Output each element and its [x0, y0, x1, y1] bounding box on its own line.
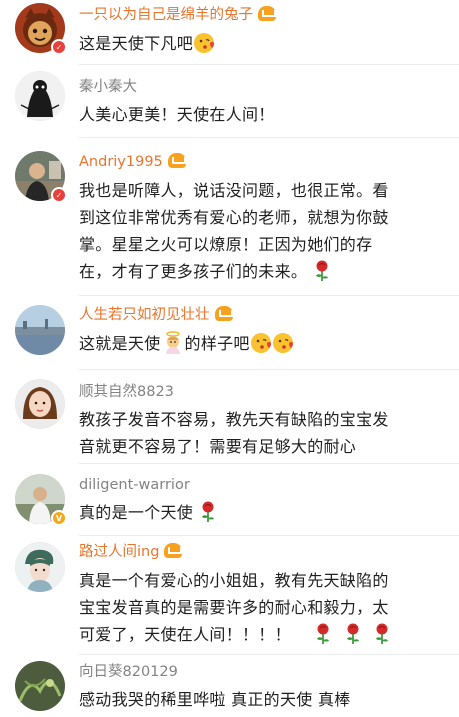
verified-badge-icon: ✓ — [51, 187, 67, 203]
vip-crown-icon — [167, 153, 186, 168]
avatar-image — [15, 542, 65, 592]
avatar-image — [15, 71, 65, 121]
comment-text: 教孩子发音不容易，教先天有缺陷的宝宝发 音就更不容易了！需要有足够大的耐心 — [79, 410, 389, 456]
kiss-emoji-icon — [193, 32, 215, 54]
username[interactable]: 路过人间ing — [79, 542, 183, 562]
comment-text: 感动我哭的稀里哗啦 真正的天使 真棒 — [79, 690, 351, 709]
comment-text: 我也是听障人，说话没问题，也很正常。看 到这位非常优秀有爱心的老师，就想为你鼓 … — [79, 181, 389, 282]
avatar[interactable]: ✓ — [15, 151, 67, 203]
rose-emoji-icon — [313, 260, 331, 282]
vip-crown-icon — [214, 306, 233, 321]
comment-text: 真的是一个天使 — [79, 499, 451, 526]
username[interactable]: 顺其自然8823 — [79, 382, 174, 402]
username[interactable]: diligent-warrior — [79, 475, 190, 495]
comment-text: 这是天使下凡吧 — [79, 30, 451, 57]
divider — [79, 654, 459, 655]
username[interactable]: 人生若只如初见壮壮 — [79, 305, 233, 325]
avatar-image — [15, 661, 65, 711]
rose-emoji-icon — [314, 623, 332, 645]
vip-crown-icon — [164, 543, 183, 558]
kiss-emoji-icon — [272, 332, 294, 354]
divider — [79, 369, 459, 370]
rose-emoji-icon — [199, 501, 217, 523]
avatar-image — [15, 379, 65, 429]
vip-crown-icon — [258, 6, 276, 21]
username[interactable]: 向日葵820129 — [79, 662, 178, 682]
divider — [79, 137, 459, 138]
avatar[interactable] — [15, 71, 65, 121]
username[interactable]: Andriy1995 — [79, 152, 186, 172]
divider — [79, 463, 459, 464]
username[interactable]: 秦小秦大 — [79, 77, 137, 97]
avatar[interactable] — [15, 305, 65, 355]
angel-emoji-icon — [161, 330, 185, 354]
comment-list: ✓ 一只以为自己是绵羊的兔子 这是天使下凡吧 秦小秦大 人美心更美！天使在人间！… — [0, 0, 459, 717]
kiss-emoji-icon — [250, 332, 272, 354]
rose-emoji-icon — [373, 623, 391, 645]
rose-emoji-icon — [344, 623, 362, 645]
avatar[interactable] — [15, 379, 65, 429]
divider — [79, 535, 459, 536]
divider — [79, 295, 459, 296]
comment-text: 真是一个有爱心的小姐姐，教有先天缺陷的 宝宝发音真的是需要许多的耐心和毅力，太 … — [79, 567, 451, 648]
divider — [79, 64, 459, 65]
avatar-image — [15, 305, 65, 355]
comment-text: 人美心更美！天使在人间！ — [79, 105, 275, 124]
comment-text: 这就是天使 的样子吧 — [79, 330, 451, 357]
verified-badge-icon: ✓ — [51, 39, 67, 55]
verified-badge-icon: V — [51, 510, 67, 526]
avatar[interactable] — [15, 661, 65, 711]
avatar[interactable] — [15, 542, 65, 592]
avatar[interactable]: ✓ — [15, 3, 67, 55]
username[interactable]: 一只以为自己是绵羊的兔子 — [79, 5, 276, 25]
avatar[interactable]: V — [15, 474, 67, 526]
